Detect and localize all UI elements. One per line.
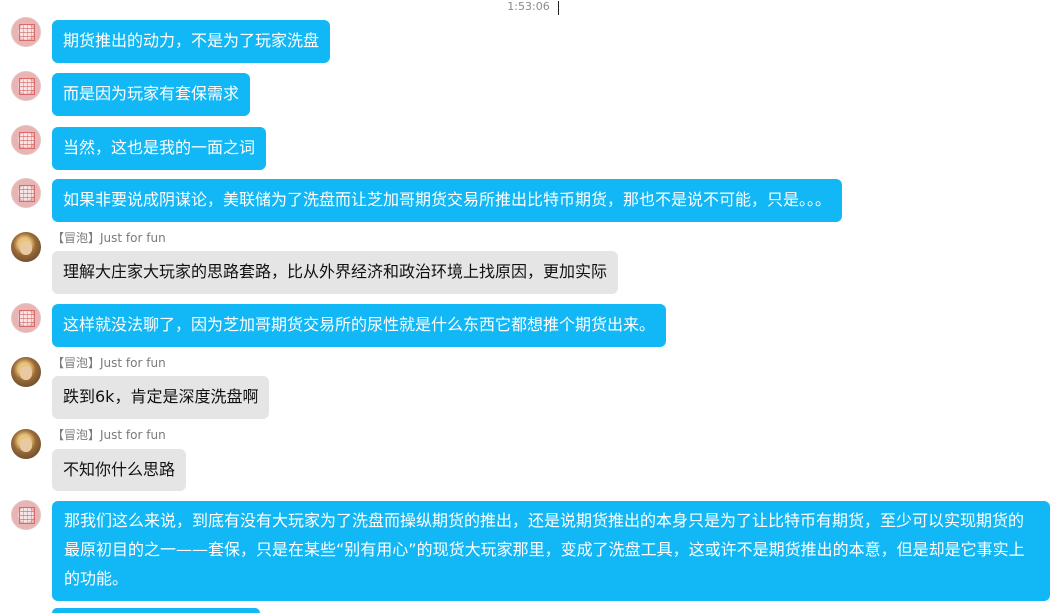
message-bubble[interactable]: 而是因为玩家有套保需求 [52,73,251,116]
self-avatar[interactable] [11,71,41,101]
face-icon [20,241,32,255]
message-bubble[interactable]: 期货推出的动力，不是为了玩家洗盘 [52,20,331,63]
sender-tag: 【冒泡】 [52,428,101,442]
message-bubble[interactable]: 不知你什么思路 [52,449,187,491]
message-bubble[interactable]: 那我们这么来说，到底有没有大玩家为了洗盘而操纵期货的推出，还是说期货推出的本身只… [52,501,1050,601]
contact-avatar[interactable] [11,429,41,459]
next-message-edge [52,608,260,613]
self-avatar[interactable] [11,125,41,155]
self-avatar[interactable] [11,17,41,47]
self-avatar[interactable] [11,303,41,333]
sender-name[interactable]: Just for fun [100,356,166,370]
seal-icon [19,507,35,524]
face-icon [20,438,32,452]
sender-tag: 【冒泡】 [52,231,101,245]
chat-timestamp: 1:53:06 [507,0,550,13]
contact-avatar[interactable] [11,357,41,387]
seal-icon [19,132,35,149]
sender-line: 【冒泡】Just for fun [52,355,166,371]
sender-tag: 【冒泡】 [52,356,101,370]
seal-icon [19,185,35,202]
message-bubble[interactable]: 当然，这也是我的一面之词 [52,127,267,170]
message-bubble[interactable]: 理解大庄家大玩家的思路套路，比从外界经济和政治环境上找原因，更加实际 [52,251,619,294]
seal-icon [19,24,35,41]
sender-name[interactable]: Just for fun [100,231,166,245]
seal-icon [19,310,35,327]
self-avatar[interactable] [11,500,41,530]
self-avatar[interactable] [11,178,41,208]
seal-icon [19,78,35,95]
sender-line: 【冒泡】Just for fun [52,427,166,443]
message-bubble[interactable]: 跌到6k，肯定是深度洗盘啊 [52,376,270,419]
message-bubble[interactable]: 如果非要说成阴谋论，美联储为了洗盘而让芝加哥期货交易所推出比特币期货，那也不是说… [52,179,843,222]
message-bubble[interactable]: 这样就没法聊了，因为芝加哥期货交易所的尿性就是什么东西它都想推个期货出来。 [52,304,667,347]
face-icon [20,366,32,380]
contact-avatar[interactable] [11,232,41,262]
text-cursor [558,1,559,15]
sender-name[interactable]: Just for fun [100,428,166,442]
sender-line: 【冒泡】Just for fun [52,230,166,246]
